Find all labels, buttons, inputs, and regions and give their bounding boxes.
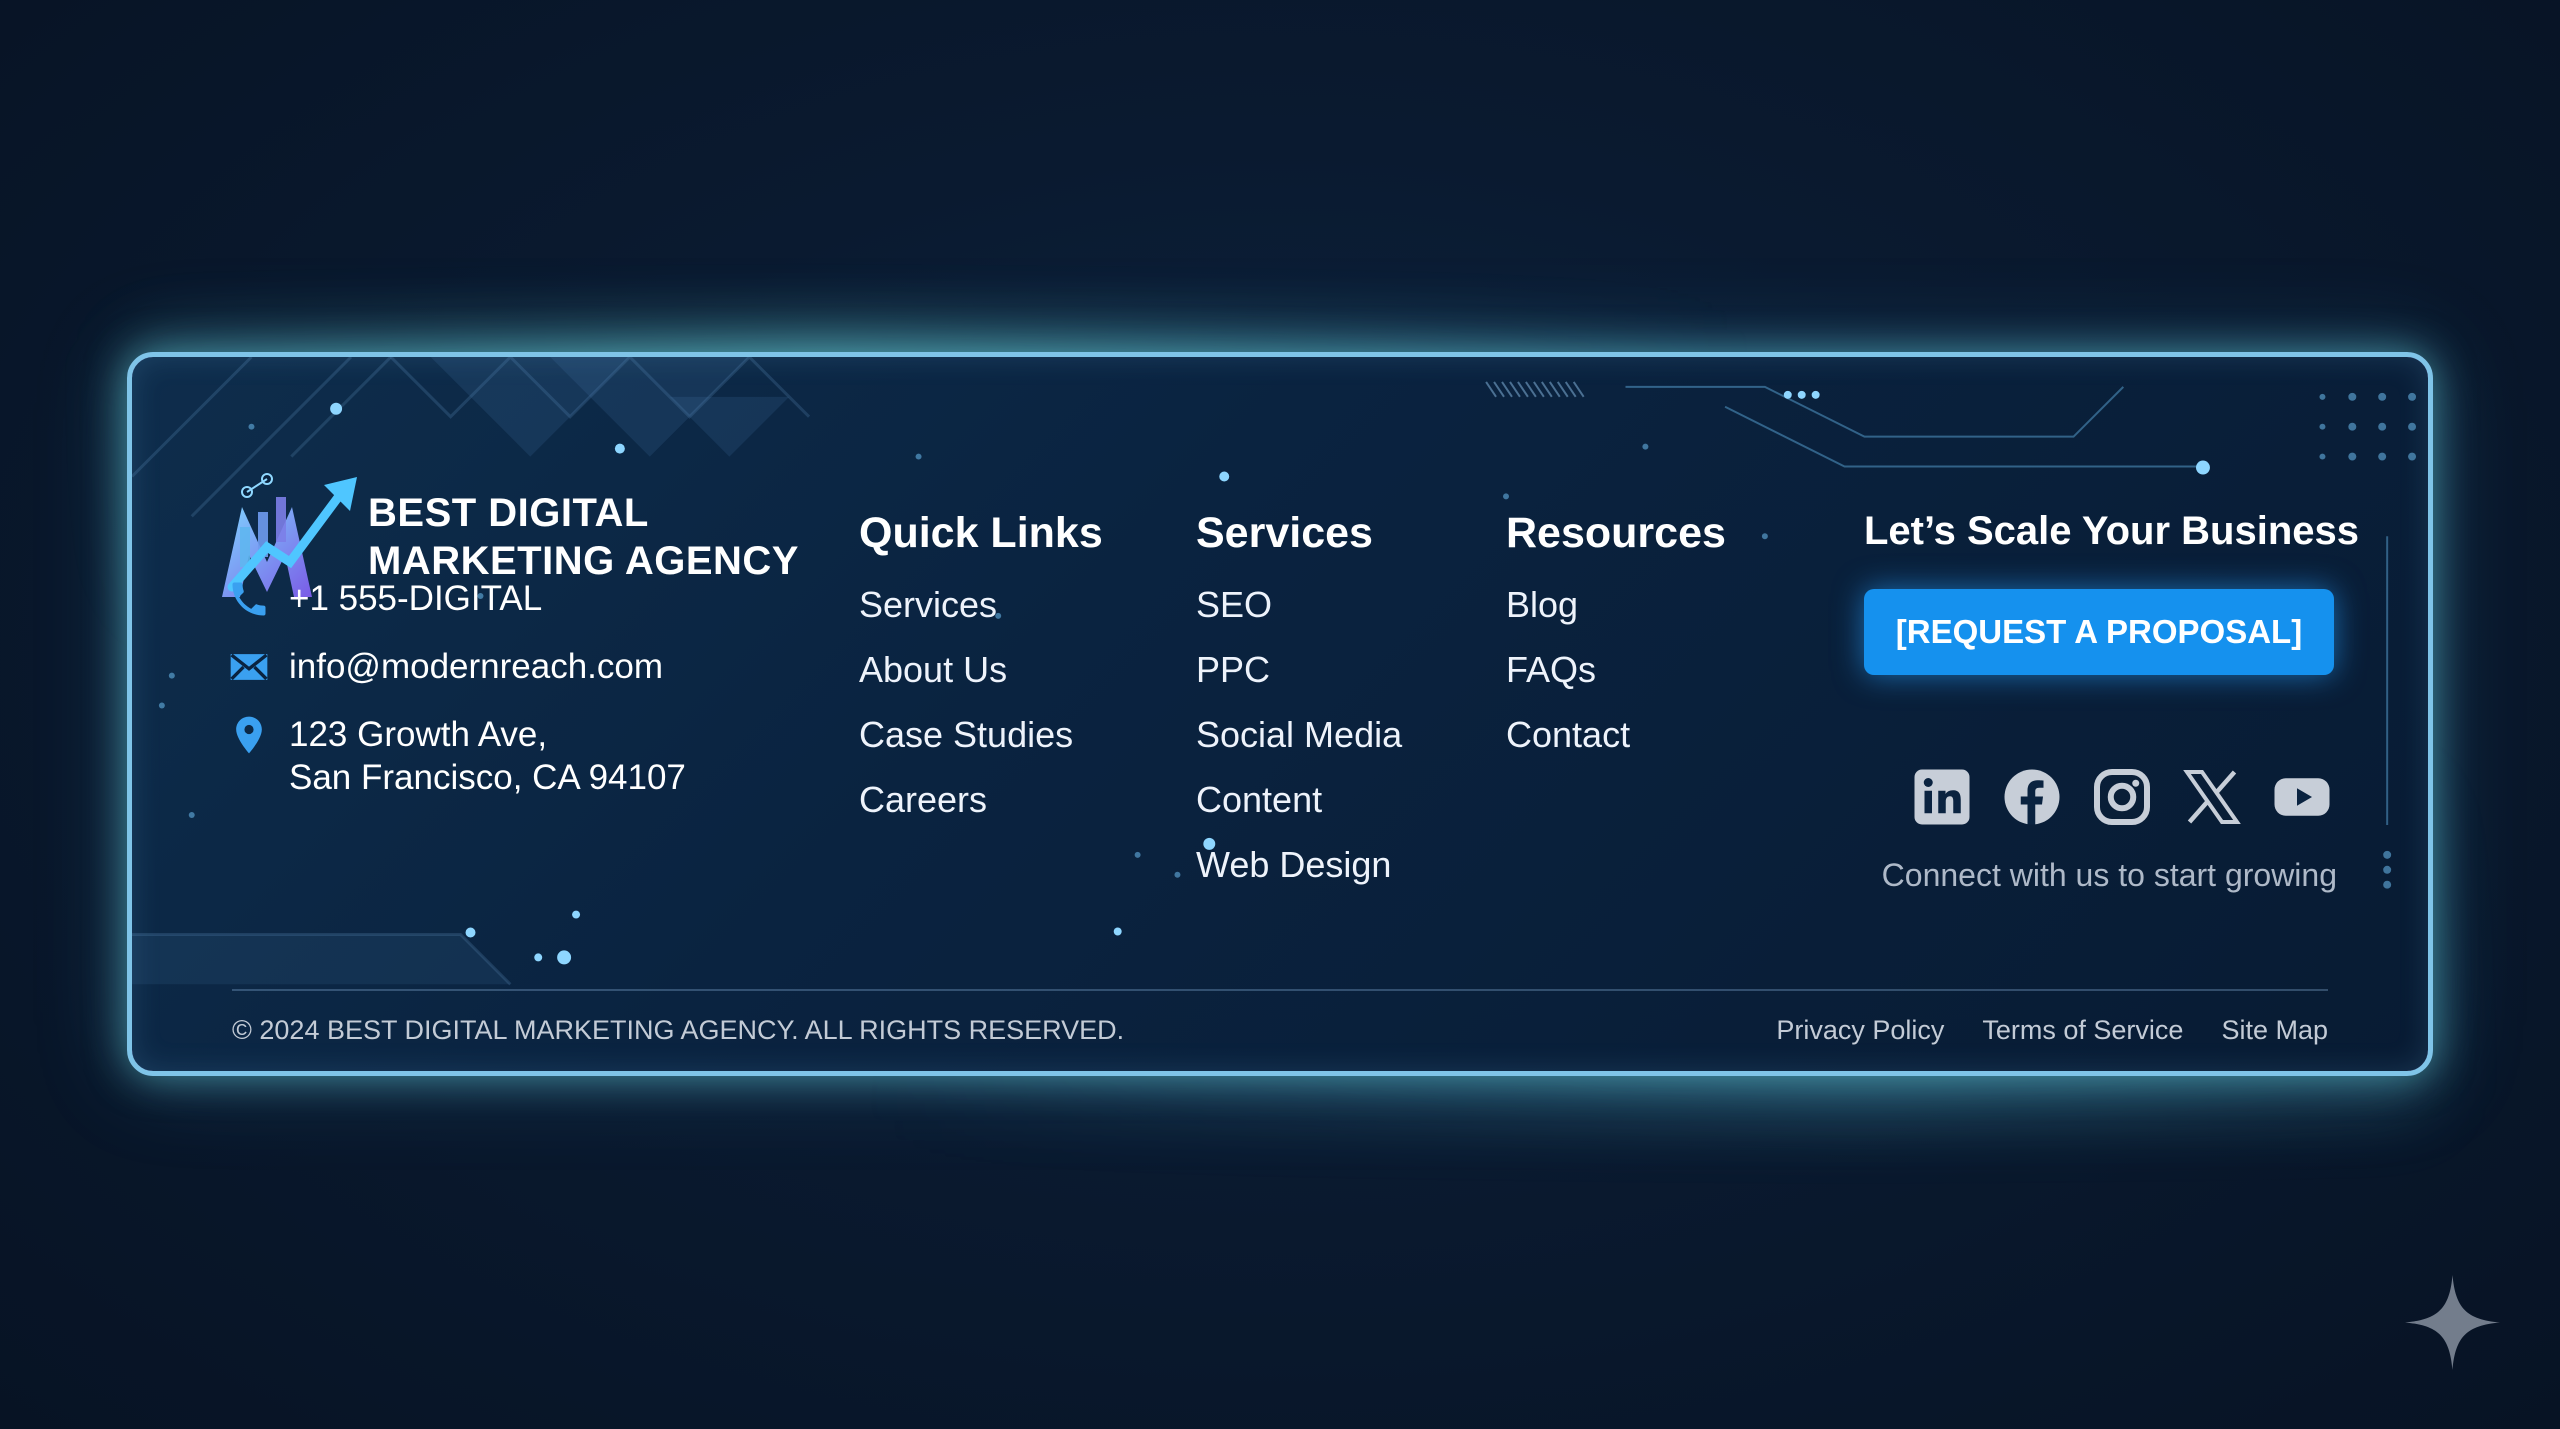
service-link-seo[interactable]: SEO	[1196, 572, 1402, 637]
contact-phone[interactable]: +1 555-DIGITAL	[227, 577, 542, 621]
instagram-icon	[2094, 769, 2150, 825]
facebook-link[interactable]	[2002, 767, 2062, 827]
quick-link-services[interactable]: Services	[859, 572, 1103, 637]
address-line1: 123 Growth Ave,	[289, 715, 548, 754]
sparkle-icon	[2405, 1275, 2500, 1370]
social-caption: Connect with us to start growing	[1881, 857, 2337, 893]
site-map-link[interactable]: Site Map	[2221, 1015, 2328, 1046]
resources-heading: Resources	[1506, 509, 1726, 557]
footer-divider	[232, 989, 2328, 991]
youtube-link[interactable]	[2272, 767, 2332, 827]
quick-links-heading: Quick Links	[859, 509, 1103, 557]
brand-name: BEST DIGITAL MARKETING AGENCY	[368, 489, 799, 585]
email-address: info@modernreach.com	[289, 647, 664, 686]
footer-panel: BEST DIGITAL MARKETING AGENCY +1 555-DIG…	[127, 352, 2433, 1076]
phone-number: +1 555-DIGITAL	[289, 579, 543, 618]
resource-link-faqs[interactable]: FAQs	[1506, 637, 1726, 702]
address-line2: San Francisco, CA 94107	[289, 758, 686, 797]
quick-link-careers[interactable]: Careers	[859, 767, 1103, 832]
service-link-content[interactable]: Content	[1196, 767, 1402, 832]
privacy-policy-link[interactable]: Privacy Policy	[1776, 1015, 1944, 1046]
copyright-text: © 2024 BEST DIGITAL MARKETING AGENCY. AL…	[232, 1015, 1125, 1045]
quick-link-about-us[interactable]: About Us	[859, 637, 1103, 702]
contact-email[interactable]: info@modernreach.com	[227, 645, 663, 689]
service-link-social-media[interactable]: Social Media	[1196, 702, 1402, 767]
instagram-link[interactable]	[2092, 767, 2152, 827]
legal-links: Privacy Policy Terms of Service Site Map	[1776, 1015, 2328, 1046]
resources-column: Resources Blog FAQs Contact	[1506, 509, 1726, 767]
quick-links-column: Quick Links Services About Us Case Studi…	[859, 509, 1103, 832]
cta-heading: Let’s Scale Your Business	[1864, 509, 2360, 553]
x-icon	[2183, 770, 2241, 824]
request-proposal-button[interactable]: [REQUEST A PROPOSAL]	[1864, 589, 2334, 675]
services-heading: Services	[1196, 509, 1373, 557]
contact-address: 123 Growth Ave, San Francisco, CA 94107	[227, 713, 686, 799]
linkedin-icon	[1914, 769, 1970, 825]
terms-of-service-link[interactable]: Terms of Service	[1982, 1015, 2183, 1046]
mail-icon	[230, 653, 268, 681]
phone-icon	[232, 582, 266, 616]
brand-name-line1: BEST DIGITAL	[368, 491, 649, 535]
quick-link-case-studies[interactable]: Case Studies	[859, 702, 1103, 767]
service-link-web-design[interactable]: Web Design	[1196, 832, 1402, 897]
x-link[interactable]	[2182, 767, 2242, 827]
youtube-icon	[2274, 778, 2330, 816]
linkedin-link[interactable]	[1912, 767, 1972, 827]
facebook-icon	[2004, 769, 2060, 825]
location-pin-icon	[236, 716, 262, 754]
resource-link-blog[interactable]: Blog	[1506, 572, 1726, 637]
services-column: Services SEO PPC Social Media Content We…	[1196, 509, 1402, 897]
address: 123 Growth Ave, San Francisco, CA 94107	[289, 713, 686, 799]
service-link-ppc[interactable]: PPC	[1196, 637, 1402, 702]
social-links	[1912, 767, 2332, 827]
resource-link-contact[interactable]: Contact	[1506, 702, 1726, 767]
